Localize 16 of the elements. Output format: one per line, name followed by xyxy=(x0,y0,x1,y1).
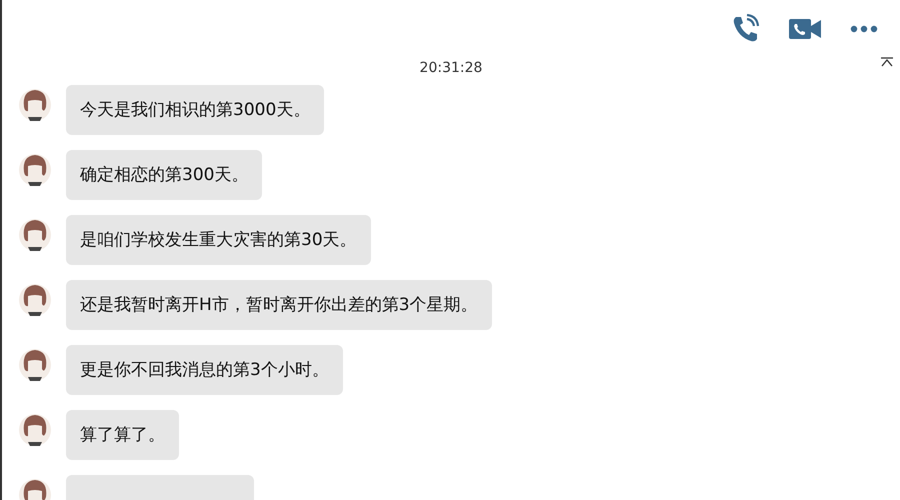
avatar-icon xyxy=(18,152,52,188)
message-bubble: 更是你不回我消息的第3个小时。 xyxy=(66,345,343,395)
more-icon[interactable] xyxy=(850,25,878,33)
avatar-icon xyxy=(18,282,52,318)
video-call-icon[interactable] xyxy=(788,16,822,42)
avatar-icon xyxy=(18,347,52,383)
collapse-icon[interactable] xyxy=(880,57,894,67)
message-bubble: 今天是我们相识的第3000天。 xyxy=(66,85,324,135)
avatar-icon xyxy=(18,412,52,448)
message-bubble: 算了算了。 xyxy=(66,410,179,460)
avatar-icon xyxy=(18,217,52,253)
avatar-icon xyxy=(18,87,52,123)
message-bubble: 是咱们学校发生重大灾害的第30天。 xyxy=(66,215,371,265)
message-timestamp: 20:31:28 xyxy=(420,60,482,78)
message-bubble: 还是我暂时离开H市，暂时离开你出差的第3个星期。 xyxy=(66,280,492,330)
message-bubble: 确定相恋的第300天。 xyxy=(66,150,262,200)
